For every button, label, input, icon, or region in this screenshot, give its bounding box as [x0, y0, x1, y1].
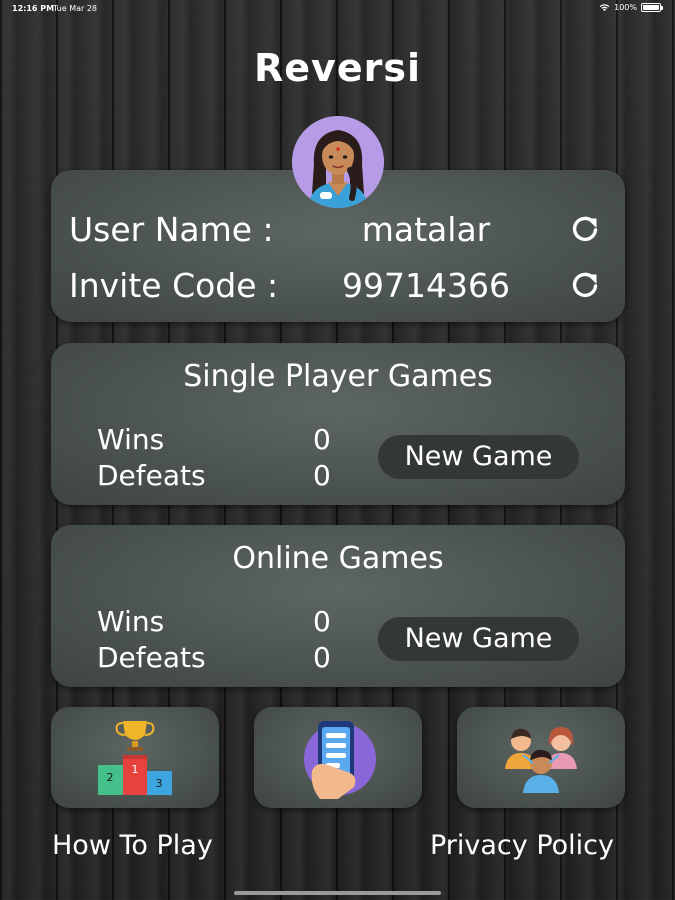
- privacy-policy-link[interactable]: Privacy Policy: [430, 830, 614, 861]
- refresh-username-icon[interactable]: [568, 212, 602, 246]
- wifi-icon: [599, 4, 610, 12]
- svg-text:2: 2: [107, 771, 114, 784]
- home-indicator[interactable]: [234, 891, 441, 895]
- avatar[interactable]: [292, 116, 384, 208]
- svg-text:3: 3: [156, 777, 163, 790]
- user-name-value: matalar: [361, 210, 491, 249]
- privacy-policy-tile[interactable]: [457, 707, 625, 808]
- refresh-invite-code-icon[interactable]: [568, 268, 602, 302]
- how-to-play-tile[interactable]: 1 2 3: [51, 707, 219, 808]
- battery-percent: 100%: [614, 3, 637, 12]
- single-defeats-value: 0: [313, 459, 331, 492]
- invite-code-label: Invite Code :: [69, 266, 279, 305]
- online-wins-label: Wins: [97, 605, 165, 638]
- phone-app-icon: [304, 721, 376, 799]
- app-title: Reversi: [254, 46, 421, 90]
- single-player-title: Single Player Games: [183, 359, 493, 394]
- single-player-card: Single Player Games Wins 0 Defeats 0 New…: [51, 343, 625, 505]
- phone-app-tile[interactable]: [254, 707, 422, 808]
- battery-icon: [641, 3, 663, 12]
- online-wins-value: 0: [313, 605, 331, 638]
- online-games-card: Online Games Wins 0 Defeats 0 New Game: [51, 525, 625, 687]
- svg-text:1: 1: [132, 763, 139, 776]
- single-wins-label: Wins: [97, 423, 165, 456]
- status-bar: 12:16 PM Tue Mar 28 100%: [0, 0, 675, 18]
- status-indicators: 100%: [599, 3, 663, 12]
- status-time: 12:16 PM: [12, 4, 55, 13]
- podium-trophy-icon: 1 2 3: [98, 721, 172, 795]
- how-to-play-link[interactable]: How To Play: [52, 830, 213, 861]
- single-new-game-button[interactable]: New Game: [378, 435, 579, 479]
- online-defeats-label: Defeats: [97, 641, 206, 674]
- status-date: Tue Mar 28: [53, 4, 98, 13]
- online-games-title: Online Games: [232, 541, 444, 576]
- woman-avatar-icon: [292, 116, 384, 208]
- single-defeats-label: Defeats: [97, 459, 206, 492]
- people-group-icon: [505, 727, 577, 793]
- online-defeats-value: 0: [313, 641, 331, 674]
- user-name-label: User Name :: [69, 210, 274, 249]
- invite-code-value: 99714366: [342, 266, 510, 305]
- online-new-game-button[interactable]: New Game: [378, 617, 579, 661]
- single-wins-value: 0: [313, 423, 331, 456]
